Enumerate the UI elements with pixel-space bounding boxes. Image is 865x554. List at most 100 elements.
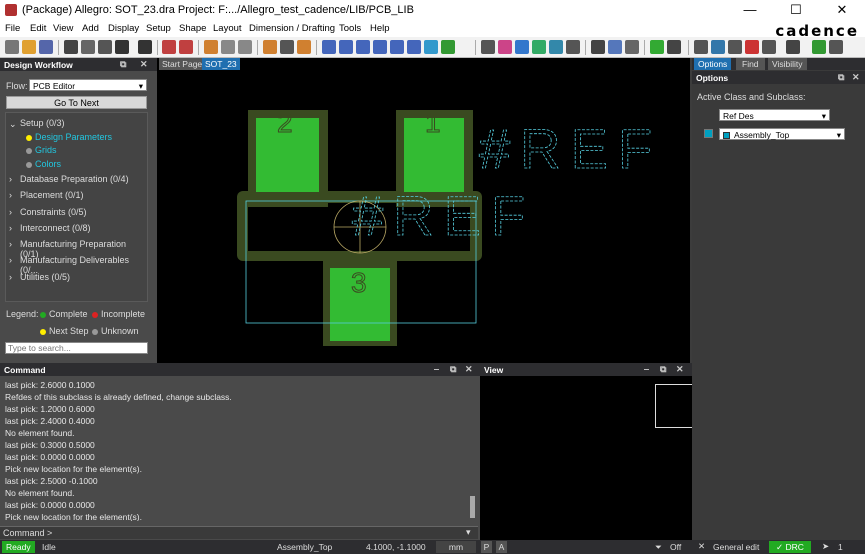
zoom-fit-icon[interactable] (322, 40, 336, 54)
drc-icon[interactable] (745, 40, 759, 54)
a-toggle[interactable]: A (496, 541, 507, 553)
filter-icon[interactable]: ⏷ (655, 542, 662, 553)
property-icon[interactable] (608, 40, 622, 54)
save-icon[interactable] (39, 40, 53, 54)
camera-icon[interactable] (786, 40, 800, 54)
expand-icon[interactable]: › (9, 223, 12, 233)
redraw-icon[interactable] (424, 40, 438, 54)
database-preparation-section[interactable]: Database Preparation (0/4) (20, 174, 129, 184)
panel-close-icon[interactable]: ✕ (676, 364, 684, 375)
copy-icon[interactable] (81, 40, 95, 54)
tab-visibility[interactable]: Visibility (768, 58, 807, 70)
p-toggle[interactable]: P (481, 541, 492, 553)
maximize-button[interactable]: ☐ (773, 0, 819, 21)
units-field[interactable]: mm (436, 541, 476, 553)
slide-icon[interactable] (280, 40, 294, 54)
view-extent-box[interactable] (655, 384, 692, 428)
tab-find[interactable]: Find (736, 58, 765, 70)
menu-add[interactable]: Add (82, 23, 99, 34)
place-icon[interactable] (625, 40, 639, 54)
expand-icon[interactable]: › (9, 174, 12, 184)
script-icon[interactable] (829, 40, 843, 54)
redo-icon[interactable] (138, 40, 152, 54)
zoom-previous-icon[interactable] (390, 40, 404, 54)
chevron-down-icon[interactable]: ▾ (466, 527, 471, 538)
menu-layout[interactable]: Layout (213, 23, 242, 34)
design-parameters-item[interactable]: Design Parameters (26, 132, 112, 142)
expand-icon[interactable]: › (9, 239, 12, 249)
menu-edit[interactable]: Edit (30, 23, 46, 34)
expand-icon[interactable]: › (9, 190, 12, 200)
void-icon[interactable] (711, 40, 725, 54)
menu-display[interactable]: Display (108, 23, 139, 34)
route-icon[interactable] (263, 40, 277, 54)
grids-item[interactable]: Grids (26, 145, 57, 155)
new-icon[interactable] (5, 40, 19, 54)
panel-close-icon[interactable]: ✕ (852, 72, 860, 83)
edit-text-icon[interactable] (238, 40, 252, 54)
placement-section[interactable]: Placement (0/1) (20, 190, 84, 200)
unpick-icon[interactable] (179, 40, 193, 54)
command-scrollbar[interactable] (470, 496, 475, 518)
go-to-next-button[interactable]: Go To Next (6, 96, 147, 109)
visibility-eye-icon[interactable] (591, 40, 605, 54)
subclass-color-swatch[interactable] (704, 129, 713, 138)
subclass-select[interactable]: Assembly_Top ▾ (719, 128, 845, 140)
panel-float-icon[interactable]: ⧉ (450, 364, 456, 375)
menu-help[interactable]: Help (370, 23, 390, 34)
close-button[interactable]: ✕ (819, 0, 865, 21)
design-canvas[interactable]: Start Page SOT_23 2 1 3 #REF #REF (157, 58, 690, 363)
setup-expander[interactable]: ⌄ (9, 119, 17, 130)
menu-file[interactable]: File (5, 23, 20, 34)
shadow-icon[interactable] (515, 40, 529, 54)
report-icon[interactable] (566, 40, 580, 54)
class-select[interactable]: Ref Des ▾ (719, 109, 830, 121)
interconnect-section[interactable]: Interconnect (0/8) (20, 223, 91, 233)
minimize-button[interactable]: — (727, 0, 773, 21)
undo-icon[interactable] (115, 40, 129, 54)
shape-icon[interactable] (694, 40, 708, 54)
color-icon[interactable] (498, 40, 512, 54)
panel-minimize-icon[interactable]: ‒ (434, 364, 439, 374)
drc-indicator[interactable]: ✓ DRC (769, 541, 811, 553)
menu-tools[interactable]: Tools (339, 23, 361, 34)
move-icon[interactable] (64, 40, 78, 54)
menu-dimension-drafting[interactable]: Dimension / Drafting (249, 23, 335, 34)
panel-float-icon[interactable]: ⧉ (838, 72, 844, 83)
panel-close-icon[interactable]: ✕ (140, 59, 148, 70)
pin-icon[interactable] (650, 40, 664, 54)
zoom-selection-icon[interactable] (407, 40, 421, 54)
edit-mode-status[interactable]: General edit (713, 542, 759, 552)
add-text-icon[interactable] (221, 40, 235, 54)
snap-icon[interactable] (728, 40, 742, 54)
panel-close-icon[interactable]: ✕ (465, 364, 473, 375)
setup-section[interactable]: Setup (0/3) (20, 118, 65, 128)
open-folder-icon[interactable] (22, 40, 36, 54)
colors-item[interactable]: Colors (26, 159, 61, 169)
tab-start-page[interactable]: Start Page (159, 58, 206, 70)
zoom-world-icon[interactable] (373, 40, 387, 54)
menu-setup[interactable]: Setup (146, 23, 171, 34)
layers-icon[interactable] (532, 40, 546, 54)
delay-tune-icon[interactable] (297, 40, 311, 54)
check-icon[interactable] (762, 40, 776, 54)
panel-minimize-icon[interactable]: ‒ (644, 364, 649, 374)
expand-icon[interactable]: › (9, 207, 12, 217)
expand-icon[interactable]: › (9, 272, 12, 282)
constraints-section[interactable]: Constraints (0/5) (20, 207, 87, 217)
workflow-search-input[interactable] (5, 342, 148, 354)
stack-icon[interactable] (549, 40, 563, 54)
delete-icon[interactable] (98, 40, 112, 54)
add-line-icon[interactable] (204, 40, 218, 54)
tab-sot-23[interactable]: SOT_23 (202, 58, 240, 70)
panel-float-icon[interactable]: ⧉ (120, 59, 126, 70)
3d-view-icon[interactable] (441, 40, 455, 54)
command-input-row[interactable]: Command > ▾ (0, 526, 478, 539)
export-icon[interactable] (812, 40, 826, 54)
measure-icon[interactable] (667, 40, 681, 54)
tab-options[interactable]: Options (694, 58, 732, 70)
pick-icon[interactable] (162, 40, 176, 54)
zoom-in-icon[interactable] (339, 40, 353, 54)
menu-shape[interactable]: Shape (179, 23, 206, 34)
zoom-out-icon[interactable] (356, 40, 370, 54)
